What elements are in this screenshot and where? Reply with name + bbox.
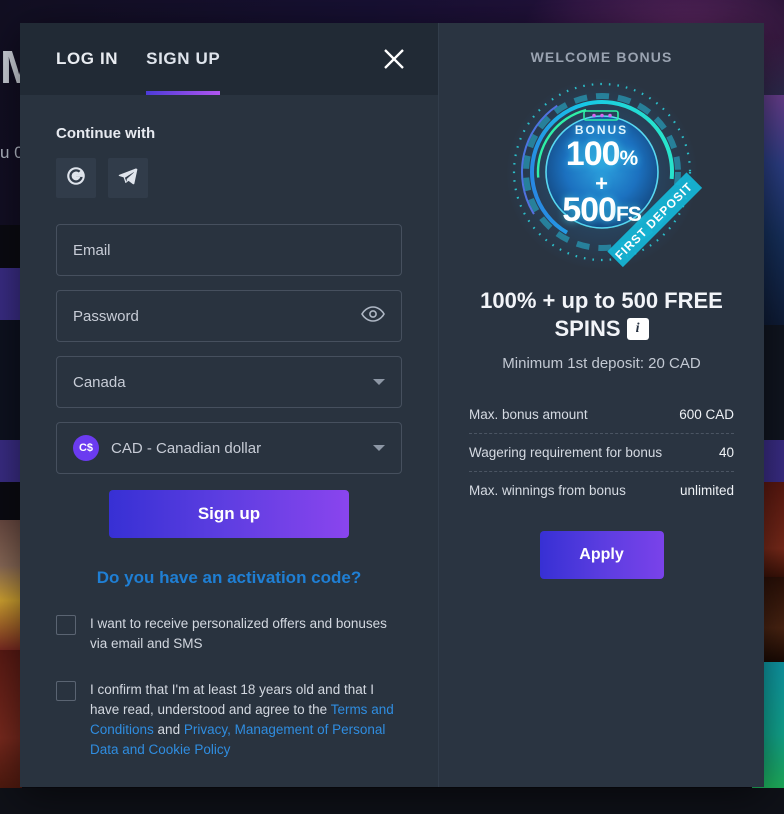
- bonus-detail-label: Max. bonus amount: [469, 407, 588, 422]
- tab-sign-up[interactable]: SIGN UP: [146, 23, 221, 95]
- country-value: Canada: [73, 373, 126, 391]
- badge-percent: 100%: [502, 135, 702, 174]
- chevron-down-icon[interactable]: [373, 445, 385, 451]
- google-icon: [65, 165, 87, 192]
- activation-code-link[interactable]: Do you have an activation code?: [56, 568, 402, 588]
- bonus-detail-label: Wagering requirement for bonus: [469, 445, 663, 460]
- bonus-badge-graphic: FIRST DEPOSIT BONUS 100% + 500FS: [502, 79, 702, 269]
- email-field[interactable]: [56, 224, 402, 276]
- marketing-consent-row[interactable]: I want to receive personalized offers an…: [56, 614, 402, 654]
- terms-consent-label: I confirm that I'm at least 18 years old…: [90, 680, 402, 760]
- table-row: Max. bonus amount 600 CAD: [469, 396, 734, 433]
- password-input[interactable]: [73, 307, 361, 325]
- bonus-minimum-deposit: Minimum 1st deposit: 20 CAD: [502, 355, 701, 372]
- close-icon[interactable]: [380, 45, 408, 73]
- currency-value: CAD - Canadian dollar: [111, 439, 262, 457]
- currency-badge-icon: C$: [73, 435, 99, 461]
- bonus-detail-value: 40: [718, 445, 734, 460]
- telegram-login-button[interactable]: [108, 158, 148, 198]
- password-field[interactable]: [56, 290, 402, 342]
- welcome-bonus-panel: WELCOME BONUS FIRST DEPOSIT BONUS 100% +…: [438, 23, 764, 787]
- table-row: Wagering requirement for bonus 40: [469, 433, 734, 471]
- signup-form-panel: LOG IN SIGN UP Continue with Email Canad…: [20, 23, 438, 787]
- sign-up-button[interactable]: Sign up: [109, 490, 349, 538]
- currency-select[interactable]: C$ CAD - Canadian dollar: [56, 422, 402, 474]
- chevron-down-icon[interactable]: [373, 379, 385, 385]
- background-game-tile: [0, 520, 22, 650]
- badge-spins: 500FS: [502, 191, 702, 230]
- table-row: Max. winnings from bonus unlimited: [469, 471, 734, 509]
- eye-icon[interactable]: [361, 305, 385, 328]
- bonus-detail-label: Max. winnings from bonus: [469, 483, 626, 498]
- bonus-detail-value: 600 CAD: [679, 407, 734, 422]
- email-input[interactable]: [73, 241, 385, 259]
- background-footer: [0, 788, 784, 814]
- auth-modal: LOG IN SIGN UP Continue with Email Canad…: [20, 23, 764, 787]
- terms-middle-text: and: [153, 722, 184, 737]
- signup-form-body: Continue with Email Canada C$ CAD - Cana…: [20, 95, 438, 760]
- google-login-button[interactable]: [56, 158, 96, 198]
- info-icon[interactable]: i: [626, 318, 649, 340]
- tab-log-in[interactable]: LOG IN: [56, 23, 118, 95]
- bonus-title-text: 100% + up to 500 FREE SPINS: [480, 288, 723, 341]
- terms-consent-row[interactable]: I confirm that I'm at least 18 years old…: [56, 680, 402, 760]
- apply-bonus-button[interactable]: Apply: [539, 531, 664, 579]
- bonus-detail-value: unlimited: [679, 483, 734, 498]
- badge-spins-number: 500: [562, 191, 617, 229]
- continue-with-label: Continue with: [56, 125, 156, 142]
- modal-tabbar: LOG IN SIGN UP: [20, 23, 438, 95]
- telegram-icon: [117, 165, 139, 192]
- marketing-consent-checkbox[interactable]: [56, 615, 76, 635]
- badge-percent-sign: %: [619, 147, 639, 170]
- social-login-row: [56, 158, 402, 198]
- bonus-title: 100% + up to 500 FREE SPINS i: [465, 287, 738, 343]
- badge-spins-unit: FS: [615, 203, 642, 226]
- country-select[interactable]: Canada: [56, 356, 402, 408]
- background-game-tile: [0, 650, 22, 810]
- terms-consent-checkbox[interactable]: [56, 681, 76, 701]
- marketing-consent-label: I want to receive personalized offers an…: [90, 616, 387, 651]
- welcome-bonus-heading: WELCOME BONUS: [530, 49, 673, 65]
- badge-percent-number: 100: [565, 135, 621, 173]
- bonus-details-table: Max. bonus amount 600 CAD Wagering requi…: [465, 396, 738, 509]
